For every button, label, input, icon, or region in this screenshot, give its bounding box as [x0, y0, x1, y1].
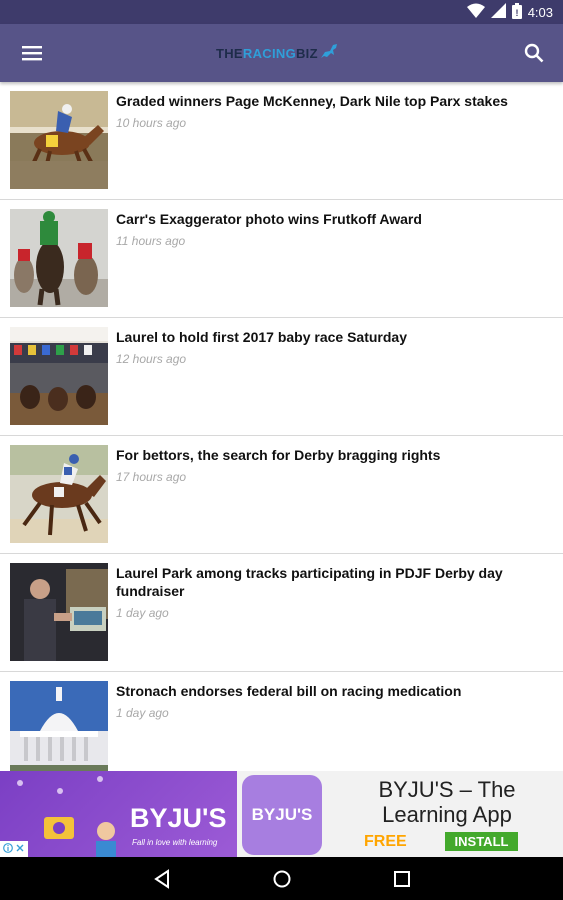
- ad-brand-text: BYJU'S: [130, 803, 227, 833]
- svg-text:!: !: [515, 8, 518, 18]
- ad-price: FREE: [364, 833, 407, 850]
- ad-choices[interactable]: [0, 841, 28, 857]
- article-timestamp: 1 day ago: [116, 606, 169, 620]
- recents-icon[interactable]: [388, 865, 416, 893]
- article-title[interactable]: Graded winners Page McKenney, Dark Nile …: [116, 92, 543, 132]
- ad-install-button[interactable]: INSTALL: [445, 832, 518, 851]
- ad-banner[interactable]: BYJU'S Fall in love with learning BYJU'S…: [0, 771, 563, 857]
- news-feed: Graded winners Page McKenney, Dark Nile …: [0, 82, 563, 790]
- system-nav-bar: [0, 857, 563, 900]
- logo-text-racing: RACING: [242, 45, 296, 61]
- ad-banner-image[interactable]: BYJU'S Fall in love with learning: [0, 771, 237, 857]
- menu-icon[interactable]: [18, 40, 46, 66]
- article-timestamp: 10 hours ago: [116, 116, 187, 130]
- article-item[interactable]: Graded winners Page McKenney, Dark Nile …: [0, 82, 563, 200]
- article-thumbnail: [10, 327, 108, 425]
- article-thumbnail: [10, 445, 108, 543]
- article-item[interactable]: Laurel Park among tracks participating i…: [0, 554, 563, 672]
- wifi-icon: [466, 3, 485, 22]
- article-timestamp: 12 hours ago: [116, 352, 187, 366]
- status-time: 4:03: [527, 4, 553, 20]
- battery-icon: !: [511, 2, 522, 22]
- article-item[interactable]: Laurel to hold first 2017 baby race Satu…: [0, 318, 563, 436]
- article-thumbnail: [10, 91, 108, 189]
- back-icon[interactable]: [148, 865, 176, 893]
- cellular-signal-icon: [490, 3, 506, 21]
- ad-tagline: Fall in love with learning: [132, 838, 218, 847]
- app-logo: THE RACING BIZ: [216, 40, 340, 66]
- status-bar: ! 4:03: [0, 0, 563, 24]
- article-title[interactable]: Stronach endorses federal bill on racing…: [116, 682, 543, 722]
- ad-title[interactable]: BYJU'S – The Learning App: [352, 777, 542, 827]
- ad-info-icon[interactable]: [3, 840, 13, 857]
- article-title[interactable]: Laurel to hold first 2017 baby race Satu…: [116, 328, 543, 368]
- ad-logo-text: BYJU'S: [251, 805, 313, 824]
- ad-close-icon[interactable]: [15, 840, 25, 857]
- search-icon[interactable]: [519, 39, 549, 67]
- article-title[interactable]: Carr's Exaggerator photo wins Frutkoff A…: [116, 210, 543, 250]
- article-timestamp: 11 hours ago: [116, 234, 186, 248]
- article-timestamp: 1 day ago: [116, 706, 169, 720]
- app-toolbar: THE RACING BIZ: [0, 24, 563, 82]
- article-thumbnail: [10, 209, 108, 307]
- home-icon[interactable]: [268, 865, 296, 893]
- article-item[interactable]: Carr's Exaggerator photo wins Frutkoff A…: [0, 200, 563, 318]
- article-thumbnail: [10, 681, 108, 779]
- article-thumbnail: [10, 563, 108, 661]
- article-item[interactable]: For bettors, the search for Derby braggi…: [0, 436, 563, 554]
- article-title[interactable]: Laurel Park among tracks participating i…: [116, 564, 543, 622]
- logo-text-the: THE: [216, 45, 243, 61]
- article-timestamp: 17 hours ago: [116, 470, 187, 484]
- logo-text-biz: BIZ: [295, 45, 318, 61]
- article-title[interactable]: For bettors, the search for Derby braggi…: [116, 446, 543, 486]
- ad-app-logo[interactable]: BYJU'S: [242, 775, 322, 855]
- horse-logo-icon: [318, 41, 340, 66]
